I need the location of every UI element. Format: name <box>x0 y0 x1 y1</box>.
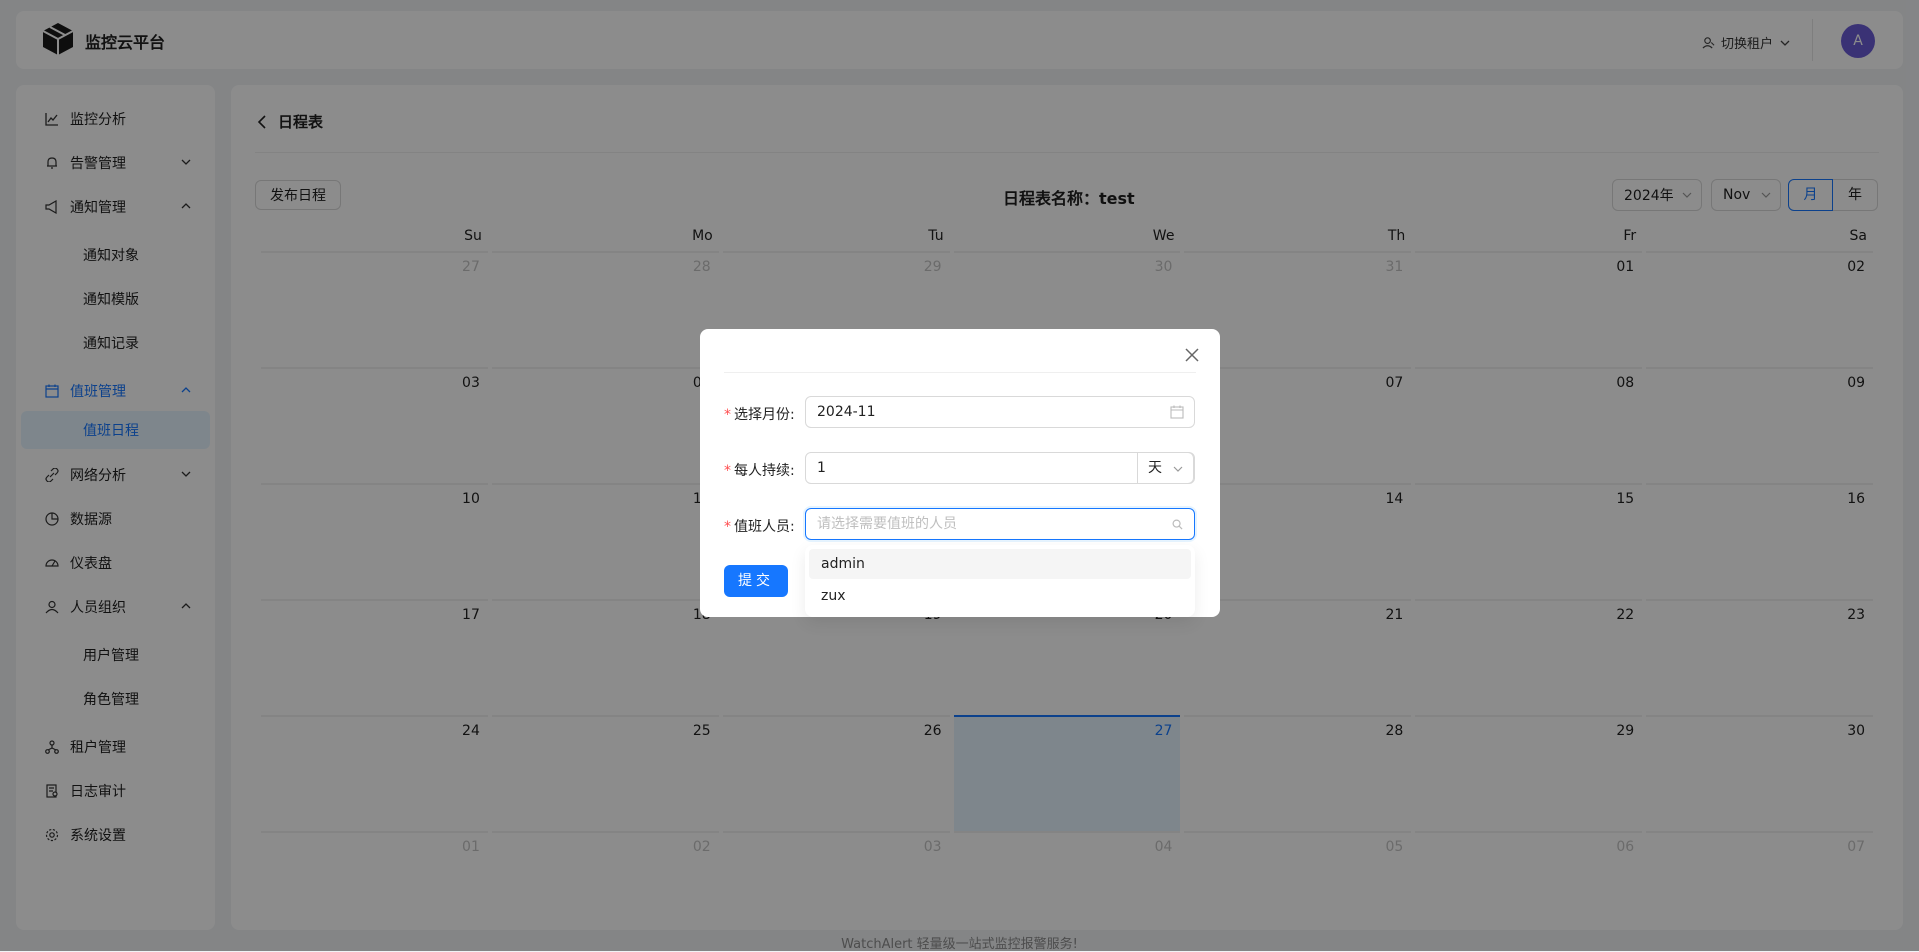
required-mark: * <box>724 407 731 423</box>
close-icon[interactable] <box>1184 347 1200 363</box>
duration-unit-value: 天 <box>1148 460 1162 476</box>
dropdown-option[interactable]: admin <box>809 549 1191 579</box>
staff-field-label: * 值班人员: <box>724 519 795 535</box>
divider <box>724 372 1196 373</box>
search-icon <box>1172 519 1183 530</box>
dropdown-option[interactable]: zux <box>809 581 1191 611</box>
staff-dropdown: admin zux <box>805 545 1195 617</box>
staff-select-placeholder: 请选择需要值班的人员 <box>817 516 957 532</box>
month-label-text: 选择月份 <box>734 407 790 423</box>
duration-field-label: * 每人持续: <box>724 463 795 479</box>
submit-button[interactable]: 提交 <box>724 565 788 597</box>
staff-select[interactable]: 请选择需要值班的人员 <box>805 508 1195 540</box>
month-field-label: * 选择月份: <box>724 407 795 423</box>
duration-label-text: 每人持续 <box>734 463 790 479</box>
staff-label-text: 值班人员 <box>734 519 790 535</box>
chevron-down-icon <box>1173 466 1183 472</box>
duration-input[interactable]: 1 天 <box>805 452 1195 484</box>
duration-input-value: 1 <box>817 460 826 476</box>
month-picker-value: 2024-11 <box>817 404 876 420</box>
required-mark: * <box>724 463 731 479</box>
month-picker[interactable]: 2024-11 <box>805 396 1195 428</box>
required-mark: * <box>724 519 731 535</box>
duration-unit-select[interactable]: 天 <box>1137 452 1194 484</box>
calendar-icon <box>1170 405 1184 419</box>
